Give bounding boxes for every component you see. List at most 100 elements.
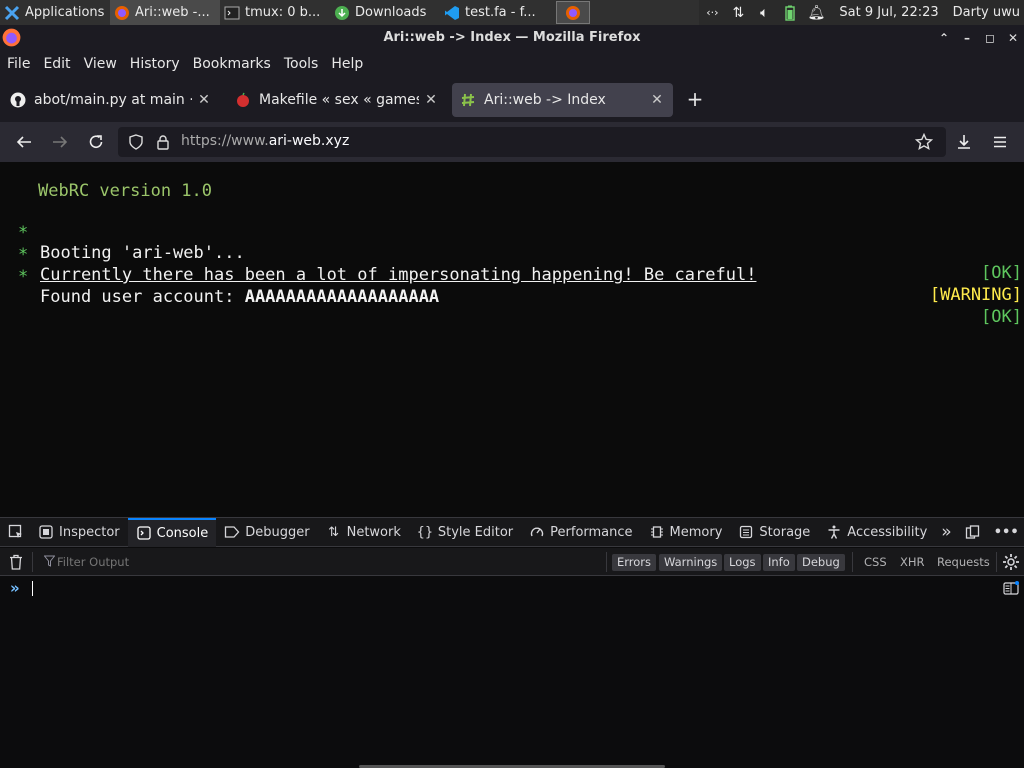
filter-xhr-button[interactable]: XHR	[895, 554, 930, 571]
devtools-tab-console[interactable]: Console	[127, 517, 217, 547]
clear-console-button[interactable]	[9, 554, 23, 574]
gear-icon	[1003, 554, 1019, 570]
bullet: *	[18, 267, 29, 287]
notifications-bell-icon[interactable]: 🔔︎	[803, 0, 829, 25]
network-updown-icon[interactable]: ⇅	[725, 0, 751, 25]
back-button[interactable]	[12, 130, 36, 154]
url-prefix: https://www.	[181, 133, 269, 149]
task-downloads[interactable]: Downloads	[330, 0, 440, 25]
trash-icon	[10, 554, 22, 570]
webrc-header: WebRC version 1.0	[38, 181, 212, 201]
tab-label: Performance	[550, 524, 633, 540]
dock-toggle-button[interactable]	[958, 518, 987, 547]
reload-button[interactable]	[84, 130, 108, 154]
dock-side-icon	[965, 524, 979, 539]
tab-label: Storage	[759, 524, 811, 540]
task-firefox[interactable]: Ari::web -...	[110, 0, 220, 25]
menu-view[interactable]: View	[84, 56, 117, 72]
devtools-tab-debugger[interactable]: Debugger	[216, 518, 317, 547]
firefox-icon	[115, 5, 129, 20]
navigation-bar: https://www.ari-web.xyz	[0, 122, 1024, 162]
task-label: test.fa - f...	[465, 5, 536, 20]
tab-label: Network	[346, 524, 401, 540]
filter-logs-button[interactable]: Logs	[724, 554, 761, 571]
filter-requests-button[interactable]: Requests	[932, 554, 995, 571]
devtools-options-button[interactable]: •••	[987, 518, 1024, 547]
menu-edit[interactable]: Edit	[43, 56, 70, 72]
forward-button[interactable]	[48, 130, 72, 154]
battery-icon[interactable]	[777, 0, 803, 25]
menu-history[interactable]: History	[130, 56, 180, 72]
window-close-button[interactable]: ✕	[1002, 25, 1024, 50]
accessibility-icon	[826, 524, 842, 540]
console-input-caret[interactable]	[32, 581, 33, 596]
filter-info-button[interactable]: Info	[763, 554, 795, 571]
clock[interactable]: Sat 9 Jul, 22:23	[829, 5, 944, 20]
filter-errors-button[interactable]: Errors	[612, 554, 657, 571]
volume-icon[interactable]: 🔈︎	[751, 0, 777, 25]
devtools-tab-accessibility[interactable]: Accessibility	[818, 518, 935, 547]
download-icon	[958, 135, 970, 149]
task-vscode[interactable]: test.fa - f...	[440, 0, 550, 25]
storage-icon	[738, 524, 754, 540]
hash-icon	[461, 93, 475, 107]
window-minimize-button[interactable]: –	[956, 25, 978, 50]
filter-warnings-button[interactable]: Warnings	[659, 554, 723, 571]
line-label: Found user account:	[40, 287, 245, 307]
reload-icon	[89, 135, 103, 148]
network-icon: ⇅	[328, 524, 340, 540]
url-text[interactable]: https://www.ari-web.xyz	[181, 133, 349, 149]
console-settings-button[interactable]	[1002, 553, 1020, 575]
element-picker-button[interactable]	[0, 518, 30, 547]
downloads-button[interactable]	[952, 130, 976, 154]
devtools-tab-memory[interactable]: Memory	[641, 518, 731, 547]
window-shade-button[interactable]: ⌃	[933, 25, 955, 50]
app-menu-button[interactable]	[988, 130, 1012, 154]
lock-icon[interactable]	[155, 134, 171, 150]
split-editor-icon	[1003, 581, 1019, 595]
url-bar[interactable]: https://www.ari-web.xyz	[118, 127, 946, 157]
filter-debug-button[interactable]: Debug	[797, 554, 845, 571]
console-filter-bar: Errors Warnings Logs Info Debug CSS XHR …	[0, 548, 1024, 576]
devtools-tab-storage[interactable]: Storage	[730, 518, 818, 547]
page-content: WebRC version 1.0 * Booting 'ari-web'...…	[0, 162, 1024, 517]
line-text: Found user account: AAAAAAAAAAAAAAAAAAA	[40, 287, 439, 307]
system-panel: Applications ⋮ Ari::web -... tmux: 0 b..…	[0, 0, 1024, 25]
menu-tools[interactable]: Tools	[284, 56, 319, 72]
tab-close-icon[interactable]: ✕	[423, 92, 439, 108]
menu-help[interactable]: Help	[331, 56, 363, 72]
task-tmux[interactable]: tmux: 0 b...	[220, 0, 330, 25]
devtools-tab-performance[interactable]: Performance	[521, 518, 640, 547]
task-firefox-launcher[interactable]	[556, 1, 590, 24]
user-name[interactable]: Darty uwu	[945, 5, 1024, 20]
window-titlebar[interactable]: Ari::web -> Index — Mozilla Firefox ⌃ – …	[0, 25, 1024, 50]
console-icon	[136, 525, 152, 541]
tab-ari-web[interactable]: Ari::web -> Index ✕	[452, 83, 673, 117]
github-icon	[10, 92, 26, 108]
tab-close-icon[interactable]: ✕	[649, 92, 665, 108]
debugger-icon	[224, 524, 240, 540]
hamburger-menu-icon	[994, 136, 1006, 148]
tab-github[interactable]: abot/main.py at main · Tr ✕	[2, 83, 220, 117]
applications-menu[interactable]: Applications ⋮	[0, 0, 110, 25]
tab-close-icon[interactable]: ✕	[196, 92, 212, 108]
devtools-toolbar: Inspector Console Debugger ⇅ Network {} …	[0, 517, 1024, 547]
devtools-tab-network[interactable]: ⇅ Network	[318, 518, 409, 547]
editor-mode-toggle-button[interactable]	[1003, 581, 1019, 600]
tab-title: Makefile « sex « games ·	[259, 92, 419, 108]
devtools-tab-inspector[interactable]: Inspector	[30, 518, 128, 547]
new-tab-button[interactable]: +	[685, 89, 705, 110]
window-maximize-button[interactable]: ◻	[979, 25, 1001, 50]
tab-makefile[interactable]: Makefile « sex « games · ✕	[227, 83, 447, 117]
network-arrows-icon[interactable]: ‹·›	[699, 0, 725, 25]
devtools-tab-style-editor[interactable]: {} Style Editor	[409, 518, 521, 547]
tracking-shield-icon[interactable]	[128, 134, 144, 150]
filter-css-button[interactable]: CSS	[859, 554, 892, 571]
bookmark-star-icon[interactable]	[915, 133, 933, 151]
filter-output-input[interactable]	[57, 553, 357, 571]
devtools-more-tools-button[interactable]: »	[935, 518, 957, 547]
style-editor-icon: {}	[416, 524, 434, 540]
menu-file[interactable]: File	[7, 56, 30, 72]
menu-bookmarks[interactable]: Bookmarks	[193, 56, 271, 72]
memory-chip-icon	[649, 524, 665, 540]
